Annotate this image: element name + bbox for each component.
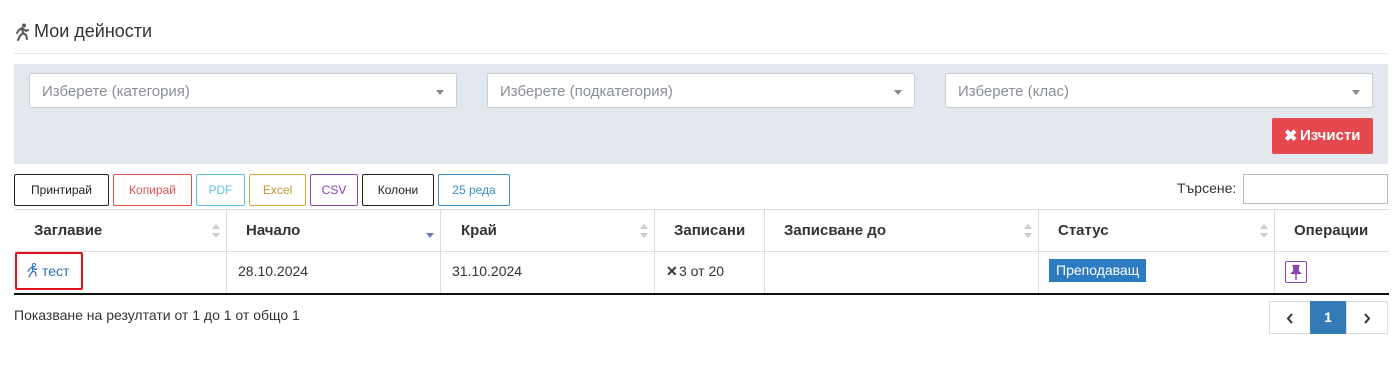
close-icon: ✕ [666, 263, 678, 279]
running-person-icon [16, 23, 29, 41]
running-person-icon [27, 263, 38, 278]
category-select-placeholder: Изберете (категория) [42, 83, 190, 100]
table-header-row: Заглавие Начало Край Записани Записване … [14, 210, 1389, 252]
sort-icon [1260, 224, 1268, 238]
column-header-label: Операции [1294, 222, 1369, 239]
end-date: 31.10.2024 [452, 263, 523, 279]
class-select[interactable]: Изберете (клас) [945, 73, 1373, 108]
class-select-placeholder: Изберете (клас) [958, 83, 1069, 100]
cell-enrolled: ✕ 3 от 20 [655, 251, 765, 293]
column-header-label: Край [461, 222, 497, 239]
activities-table: Заглавие Начало Край Записани Записване … [14, 209, 1389, 295]
cell-title: тест [14, 251, 227, 293]
cell-end: 31.10.2024 [441, 251, 655, 293]
subcategory-select-placeholder: Изберете (подкатегория) [500, 83, 673, 100]
sort-icon [640, 224, 648, 238]
column-header-enrolled[interactable]: Записани [655, 210, 765, 251]
close-icon: ✖ [1284, 128, 1298, 145]
sort-icon [1024, 224, 1032, 238]
chevron-left-icon [1286, 313, 1293, 324]
activity-title-link[interactable]: тест [42, 263, 69, 279]
column-header-status[interactable]: Статус [1039, 210, 1275, 251]
column-header-enroll-until[interactable]: Записване до [765, 210, 1039, 251]
table-row: тест 28.10.2024 31.10.2024 ✕ 3 от 20 Пре… [14, 251, 1389, 295]
search-input[interactable] [1243, 174, 1388, 204]
excel-button[interactable]: Excel [249, 174, 306, 206]
column-header-operations: Операции [1275, 210, 1389, 251]
rows-per-page-button[interactable]: 25 реда [438, 174, 510, 206]
pagination-page-button[interactable]: 1 [1310, 301, 1346, 334]
pin-icon [1290, 265, 1302, 280]
csv-button[interactable]: CSV [310, 174, 358, 206]
column-header-label: Записани [674, 222, 746, 239]
columns-button[interactable]: Колони [362, 174, 434, 206]
column-header-end[interactable]: Край [441, 210, 655, 251]
subcategory-select[interactable]: Изберете (подкатегория) [487, 73, 915, 108]
chevron-down-icon [894, 90, 902, 95]
enrolled-count: 3 от 20 [679, 263, 725, 279]
pagination-previous-button[interactable] [1269, 301, 1311, 334]
page-title: Мои дейности [34, 21, 153, 41]
column-header-label: Начало [246, 222, 301, 239]
column-header-start[interactable]: Начало [227, 210, 441, 251]
column-header-label: Записване до [784, 222, 886, 239]
pdf-button[interactable]: PDF [196, 174, 245, 206]
chevron-down-icon [1352, 90, 1360, 95]
print-button[interactable]: Принтирай [14, 174, 109, 206]
clear-button[interactable]: ✖ Изчисти [1272, 118, 1373, 154]
search-label: Търсене: [1177, 180, 1237, 196]
page-header: Мои дейности [14, 20, 1388, 54]
cell-status: Преподаващ [1039, 251, 1275, 293]
chevron-right-icon [1364, 313, 1371, 324]
copy-button[interactable]: Копирай [113, 174, 192, 206]
column-header-label: Заглавие [34, 222, 103, 239]
category-select[interactable]: Изберете (категория) [29, 73, 457, 108]
status-badge: Преподаващ [1049, 259, 1147, 282]
sort-icon [212, 224, 220, 238]
pin-button[interactable] [1285, 261, 1307, 283]
table-info: Показване на резултати от 1 до 1 от общо… [14, 307, 300, 323]
pagination-next-button[interactable] [1346, 301, 1388, 334]
cell-start: 28.10.2024 [227, 251, 441, 293]
column-header-label: Статус [1058, 222, 1109, 239]
start-date: 28.10.2024 [238, 263, 309, 279]
chevron-down-icon [436, 90, 444, 95]
filter-panel: Изберете (категория) Изберете (подкатего… [14, 64, 1388, 164]
sort-descending-icon [426, 233, 434, 238]
cell-enroll-until [765, 251, 1039, 293]
column-header-title[interactable]: Заглавие [14, 210, 227, 251]
clear-button-label: Изчисти [1300, 127, 1361, 144]
cell-operations [1275, 251, 1389, 293]
